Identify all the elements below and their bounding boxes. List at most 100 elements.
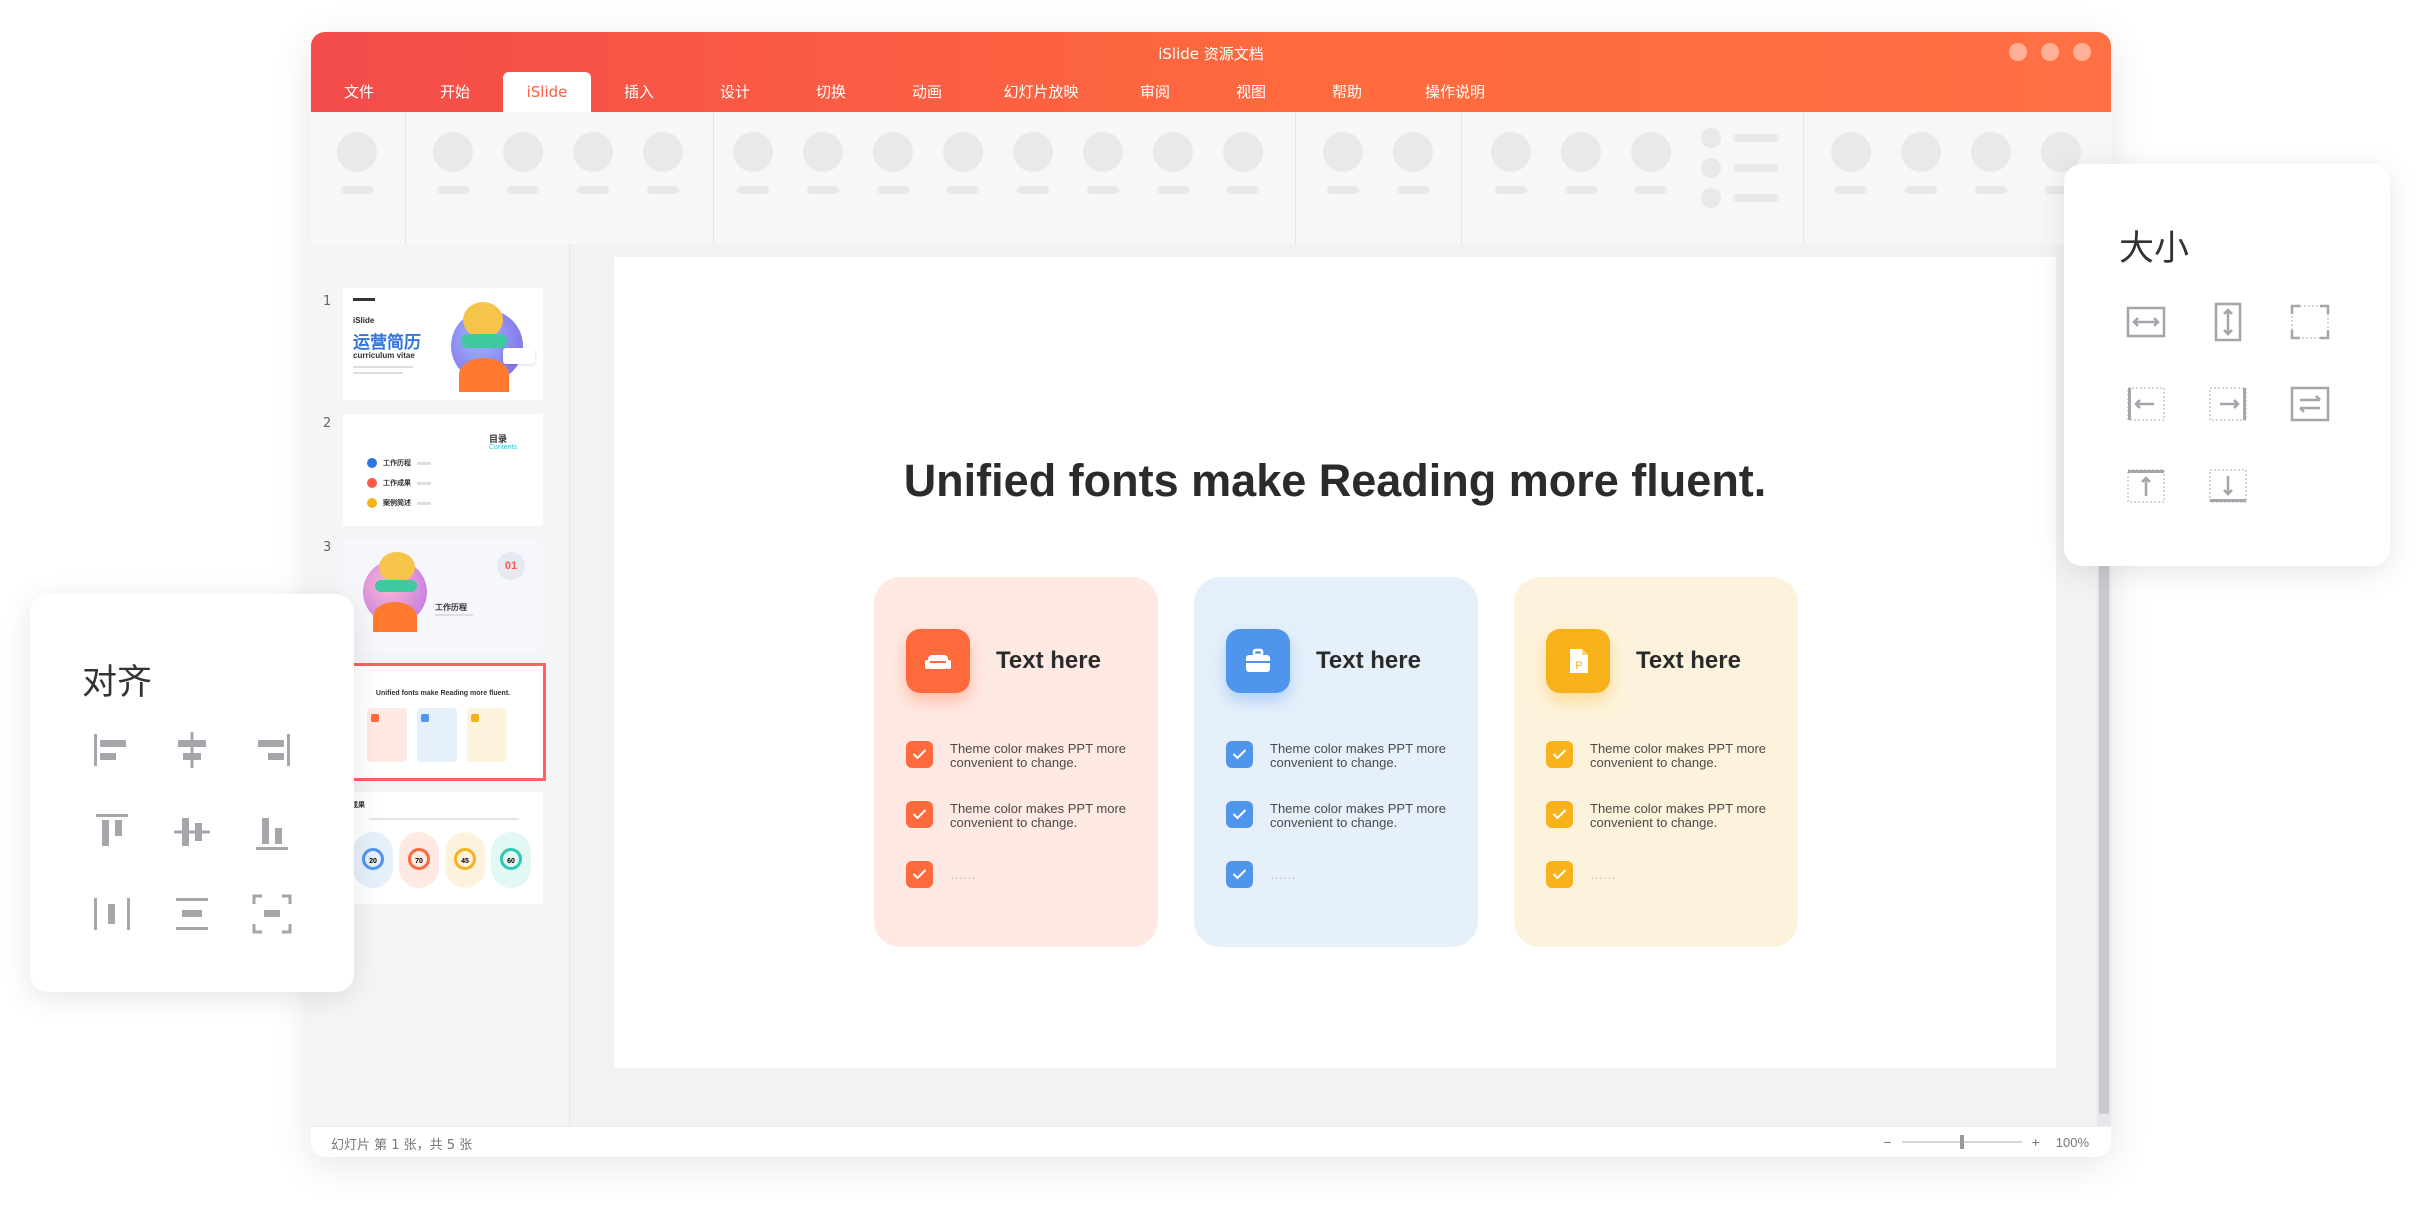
thumbnail-number: 1 (323, 294, 332, 309)
distribute-vertical-icon[interactable] (170, 892, 214, 936)
ribbon-button[interactable] (943, 132, 983, 194)
ribbon-group (1461, 112, 1804, 244)
ribbon-button[interactable] (1831, 132, 1871, 194)
extend-right-icon[interactable] (2206, 382, 2250, 426)
card-item-text: Theme color makes PPT more convenient to… (950, 741, 1127, 770)
minimize-button[interactable] (2009, 43, 2027, 61)
same-width-icon[interactable] (2124, 300, 2168, 344)
ribbon-group (405, 112, 714, 244)
ribbon-button[interactable] (503, 132, 543, 194)
slide-thumbnail-3[interactable]: 01 工作历程 (343, 540, 543, 652)
extend-bottom-icon[interactable] (2206, 464, 2250, 508)
checkbox-icon (1226, 861, 1253, 888)
zoom-out-button[interactable]: − (1883, 1134, 1891, 1150)
ribbon-group (1295, 112, 1462, 244)
tab-insert[interactable]: 插入 (611, 72, 667, 112)
zoom-control: − + 100% (1883, 1127, 2089, 1157)
thumbnail-item: 工作历程 (383, 459, 411, 467)
tab-animations[interactable]: 动画 (899, 72, 955, 112)
ribbon-button[interactable] (1083, 132, 1123, 194)
app-window: iSlide 资源文档 文件 开始 iSlide 插入 设计 切换 动画 幻灯片… (311, 32, 2111, 1157)
ribbon-button[interactable] (337, 132, 377, 194)
thumbnail-title: Unified fonts make Reading more fluent. (375, 690, 511, 697)
tab-review[interactable]: 审阅 (1127, 72, 1183, 112)
maximize-button[interactable] (2041, 43, 2059, 61)
extend-left-icon[interactable] (2124, 382, 2168, 426)
thumbnail-value: 45 (454, 848, 476, 870)
card-item-text: Theme color makes PPT more convenient to… (1270, 741, 1447, 770)
thumbnail-title: 运营简历 (353, 333, 421, 353)
feature-card[interactable]: P Text here Theme color makes PPT more c… (1514, 577, 1798, 947)
align-to-slide-icon[interactable] (250, 892, 294, 936)
sofa-icon (906, 629, 970, 693)
ribbon-button[interactable] (1631, 132, 1671, 194)
ribbon-button[interactable] (733, 132, 773, 194)
close-button[interactable] (2073, 43, 2091, 61)
ribbon-button[interactable] (1013, 132, 1053, 194)
swap-size-icon[interactable] (2288, 382, 2332, 426)
feature-card[interactable]: Text here Theme color makes PPT more con… (1194, 577, 1478, 947)
tab-transitions[interactable]: 切换 (803, 72, 859, 112)
thumbnail-value: 60 (500, 848, 522, 870)
ribbon-button[interactable] (1393, 132, 1433, 194)
card-item-text: …… (950, 867, 976, 882)
feature-card[interactable]: Text here Theme color makes PPT more con… (874, 577, 1158, 947)
extend-top-icon[interactable] (2124, 464, 2168, 508)
align-bottom-icon[interactable] (250, 810, 294, 854)
tab-view[interactable]: 视图 (1223, 72, 1279, 112)
zoom-in-button[interactable]: + (2032, 1134, 2040, 1150)
document-icon: P (1546, 629, 1610, 693)
status-bar: 幻灯片 第 1 张，共 5 张 − + 100% (311, 1126, 2111, 1157)
slide-thumbnail-2[interactable]: 目录 Contents 工作历程 工作成果 案例简述 (343, 414, 543, 526)
zoom-level[interactable]: 100% (2056, 1135, 2089, 1150)
align-middle-icon[interactable] (170, 810, 214, 854)
tab-islide[interactable]: iSlide (503, 72, 591, 112)
distribute-horizontal-icon[interactable] (90, 892, 134, 936)
ribbon-button[interactable] (1153, 132, 1193, 194)
card-item-text: Theme color makes PPT more convenient to… (1590, 741, 1767, 770)
thumbnail-title: 工作历程 (435, 603, 467, 612)
title-bar: iSlide 资源文档 文件 开始 iSlide 插入 设计 切换 动画 幻灯片… (311, 32, 2111, 112)
ribbon-button[interactable] (643, 132, 683, 194)
slide-canvas[interactable]: Unified fonts make Reading more fluent. … (614, 257, 2056, 1068)
same-size-icon[interactable] (2288, 300, 2332, 344)
thumbnail-brand: iSlide (353, 316, 375, 325)
ribbon-button[interactable] (1561, 132, 1601, 194)
thumbnail-number: 2 (323, 416, 332, 431)
ribbon-button[interactable] (1971, 132, 2011, 194)
tab-help[interactable]: 帮助 (1319, 72, 1375, 112)
tab-home[interactable]: 开始 (427, 72, 483, 112)
slide-thumbnail-4[interactable]: Unified fonts make Reading more fluent. (340, 663, 546, 781)
zoom-slider[interactable] (1901, 1135, 2022, 1149)
ribbon-button[interactable] (433, 132, 473, 194)
ribbon-button[interactable] (1223, 132, 1263, 194)
align-left-icon[interactable] (90, 728, 134, 772)
card-heading: Text here (1316, 647, 1421, 674)
align-panel: 对齐 (30, 594, 354, 992)
same-height-icon[interactable] (2206, 300, 2250, 344)
ribbon-button[interactable] (573, 132, 613, 194)
thumbnail-item: 案例简述 (383, 499, 411, 507)
align-center-icon[interactable] (170, 728, 214, 772)
slide-title[interactable]: Unified fonts make Reading more fluent. (614, 455, 2056, 507)
checkbox-icon (906, 741, 933, 768)
slide-thumbnail-5[interactable]: 成果 20 70 45 60 (343, 792, 543, 904)
ribbon-button[interactable] (803, 132, 843, 194)
ribbon-button[interactable] (1901, 132, 1941, 194)
slide-thumbnail-1[interactable]: iSlide 运营简历 curriculum vitae (343, 288, 543, 400)
ribbon-button[interactable] (1323, 132, 1363, 194)
ribbon-group (311, 112, 406, 244)
align-top-icon[interactable] (90, 810, 134, 854)
tab-design[interactable]: 设计 (707, 72, 763, 112)
tab-file[interactable]: 文件 (331, 72, 387, 112)
window-title: iSlide 资源文档 (1158, 45, 1264, 63)
thumbnail-subtitle: curriculum vitae (353, 351, 415, 360)
tab-slideshow[interactable]: 幻灯片放映 (995, 72, 1087, 112)
align-right-icon[interactable] (250, 728, 294, 772)
ribbon-button[interactable] (1491, 132, 1531, 194)
card-item-text: …… (1270, 867, 1296, 882)
ribbon-button[interactable] (873, 132, 913, 194)
ribbon-list-button[interactable] (1701, 128, 1779, 218)
card-heading: Text here (996, 647, 1101, 674)
tab-tell-me[interactable]: 操作说明 (1415, 72, 1495, 112)
